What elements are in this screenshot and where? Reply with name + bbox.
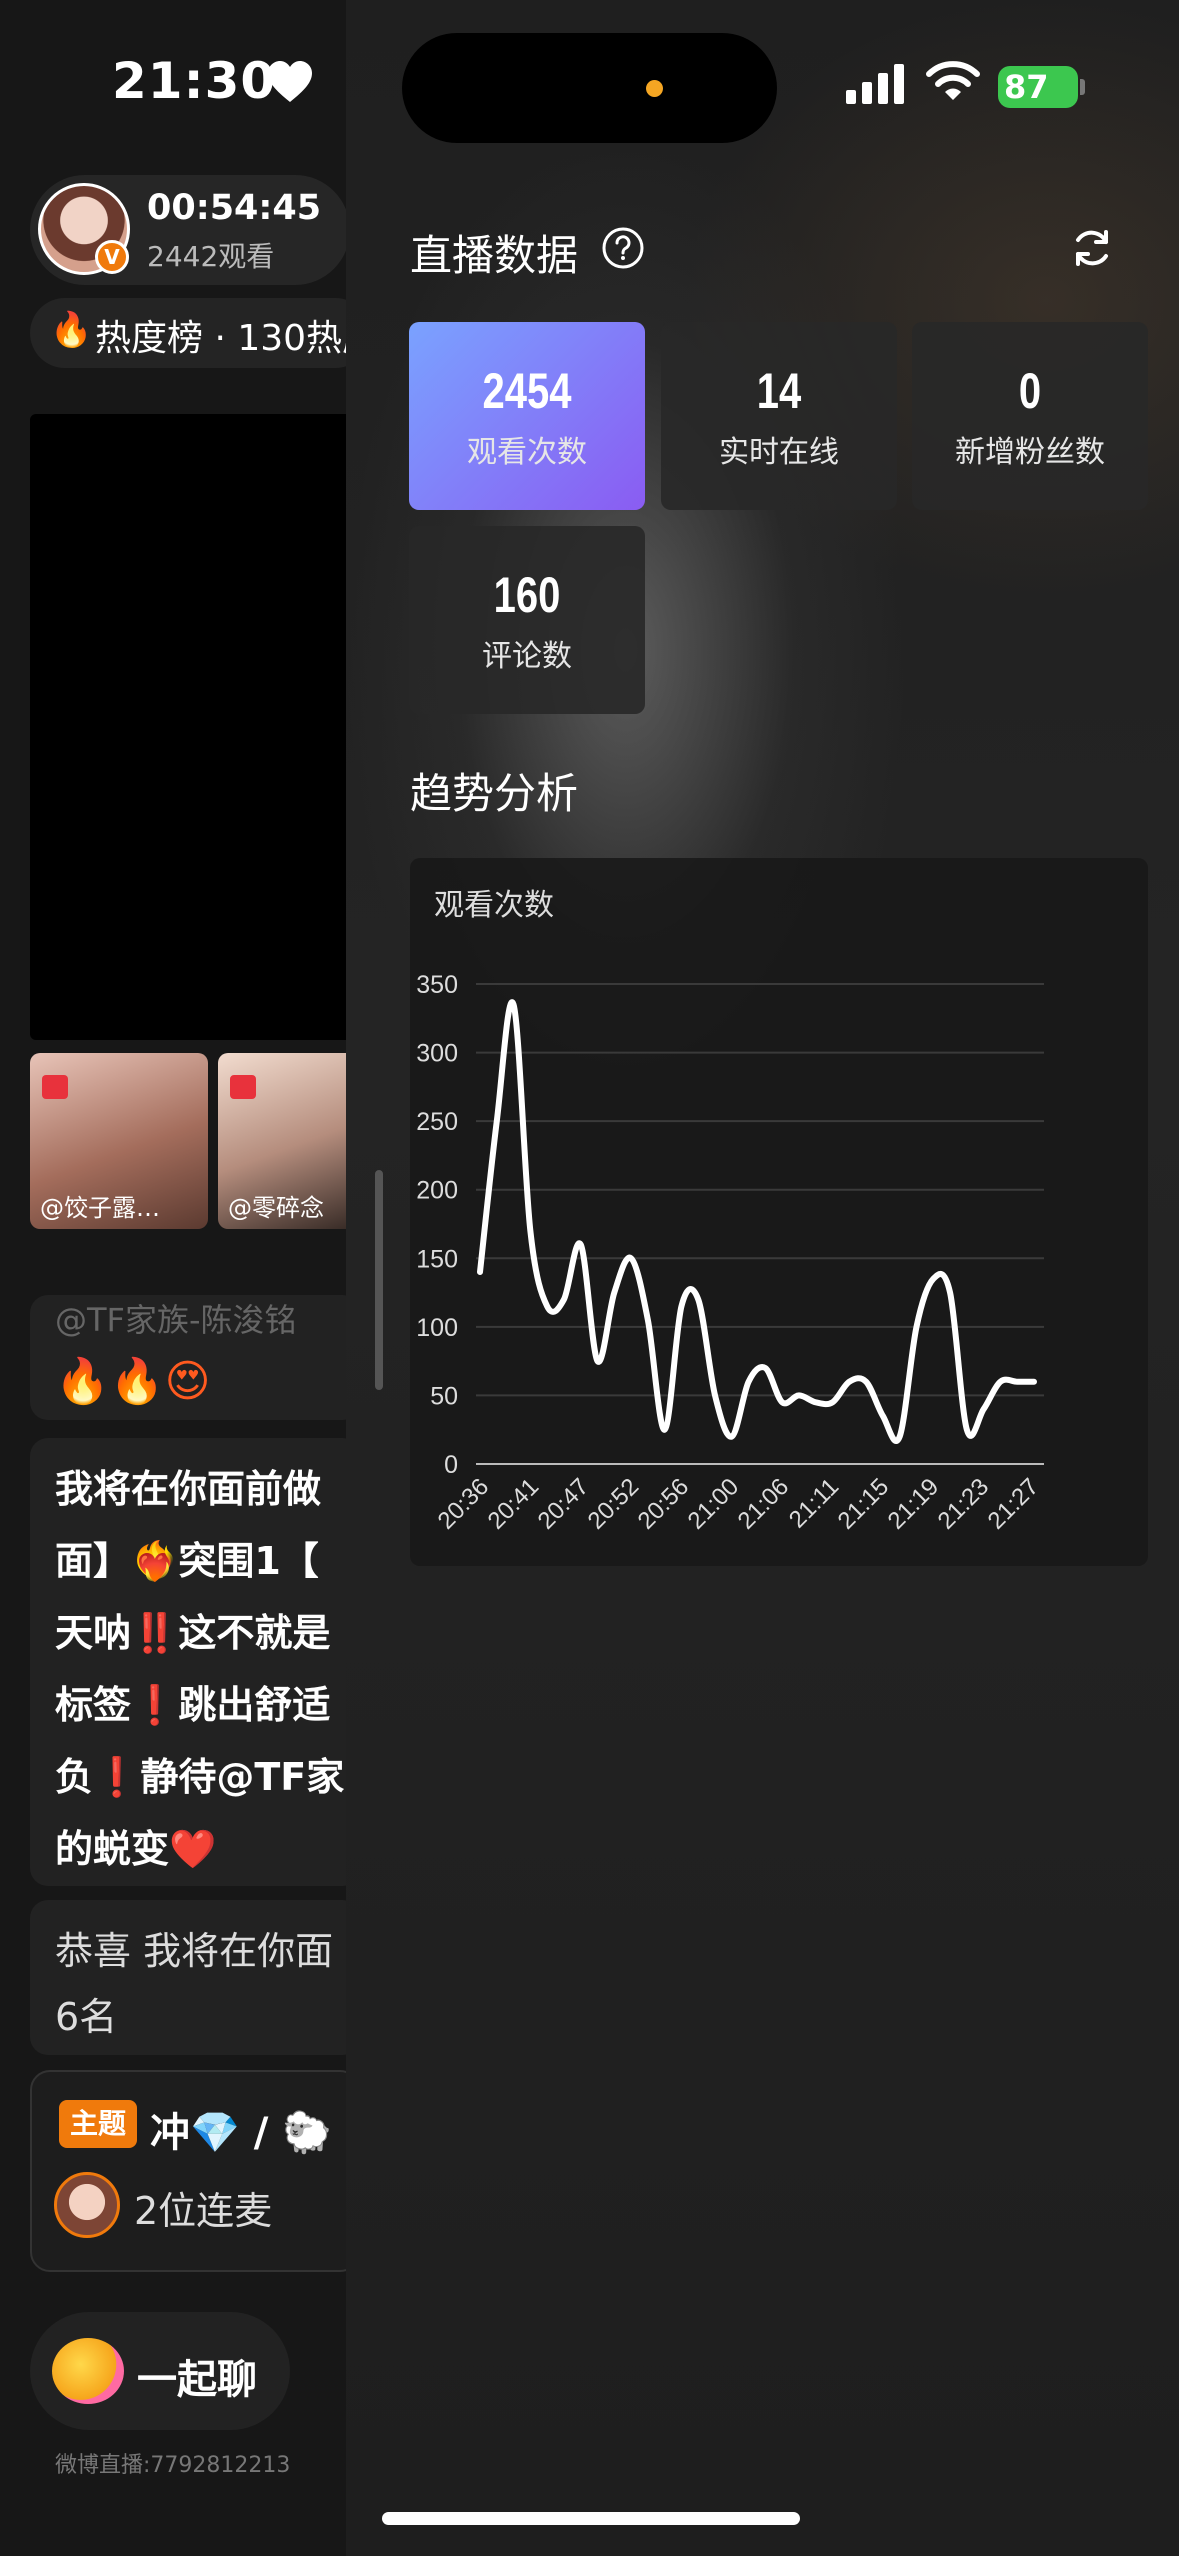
guest-thumb-2[interactable]: @零碎念 <box>218 1053 346 1229</box>
y-tick-label: 100 <box>416 1314 458 1342</box>
scrollbar[interactable] <box>375 1170 383 1390</box>
y-tick-label: 50 <box>430 1382 458 1410</box>
chat-message: 我将在你面前做 面】❤️‍🔥突围1【 天呐‼️这不就是 标签❗跳出舒适 负❗静待… <box>30 1438 346 1886</box>
chat-message: 恭喜 我将在你面 6名 <box>30 1900 346 2055</box>
chat-line: 面】❤️‍🔥突围1【 <box>55 1539 319 1583</box>
x-tick-label: 20:56 <box>633 1473 695 1535</box>
topic-tag: 主题 <box>59 2100 137 2148</box>
y-tick-label: 200 <box>416 1177 458 1205</box>
x-tick-label: 21:19 <box>883 1473 945 1535</box>
chat-line: 我将在你面前做 <box>55 1467 322 1511</box>
fire-icon: 🔥 <box>50 310 93 350</box>
stat-label: 新增粉丝数 <box>955 435 1105 470</box>
stat-value: 14 <box>756 363 802 419</box>
y-tick-label: 150 <box>416 1245 458 1273</box>
chat-line: 负❗静待@TF家 <box>55 1755 345 1799</box>
views-series-line <box>477 999 1037 1444</box>
join-chat-label: 一起聊 <box>137 2357 257 2403</box>
live-room-background: V 00:54:45 2442观看 🔥 热度榜 · 130热度 @饺子露… @零… <box>0 0 346 2556</box>
topic-text: 冲💎 / 🐑 <box>150 2110 333 2156</box>
y-tick-label: 350 <box>416 971 458 999</box>
refresh-icon[interactable] <box>1068 224 1116 272</box>
stat-label: 观看次数 <box>467 435 587 470</box>
stat-label: 评论数 <box>482 639 572 674</box>
gift-icon <box>230 1075 256 1099</box>
chat-line: 的蜕变❤️ <box>55 1827 217 1871</box>
stat-value: 160 <box>493 567 561 623</box>
x-tick-label: 21:23 <box>933 1473 995 1535</box>
home-indicator[interactable] <box>382 2512 800 2525</box>
help-icon[interactable] <box>601 226 645 270</box>
x-tick-label: 21:06 <box>733 1473 795 1535</box>
guest-name-1: @饺子露… <box>40 1194 160 1222</box>
chat-line: 天呐‼️这不就是 <box>55 1611 331 1655</box>
x-tick-label: 21:00 <box>683 1473 745 1535</box>
y-tick-label: 300 <box>416 1040 458 1068</box>
views-trend-chart: 05010015020025030035020:3620:4120:4720:5… <box>416 971 1045 1535</box>
stat-value: 2454 <box>482 363 572 419</box>
stat-card-new-fans[interactable]: 0 新增粉丝数 <box>912 322 1148 510</box>
x-tick-label: 20:36 <box>433 1473 495 1535</box>
x-tick-label: 20:41 <box>483 1473 545 1535</box>
clock: 21:30 <box>112 52 277 110</box>
status-bar: 21:30 87 <box>0 0 1179 175</box>
topic-card[interactable]: 主题 冲💎 / 🐑 2位连麦 <box>30 2070 346 2272</box>
chat-line: 恭喜 我将在你面 <box>55 1929 334 1973</box>
wifi-icon <box>926 61 980 100</box>
recording-dot-icon <box>646 80 663 97</box>
x-tick-label: 20:47 <box>533 1473 595 1535</box>
y-tick-label: 250 <box>416 1108 458 1136</box>
topic-avatar <box>54 2172 120 2238</box>
dynamic-island <box>402 33 777 143</box>
x-tick-label: 21:15 <box>833 1473 895 1535</box>
stat-card-comments[interactable]: 160 评论数 <box>409 526 645 714</box>
x-tick-label: 20:52 <box>583 1473 645 1535</box>
live-duration: 00:54:45 <box>147 188 322 228</box>
trend-analysis-title: 趋势分析 <box>410 769 579 818</box>
stat-label: 实时在线 <box>719 435 839 470</box>
battery-tip <box>1080 79 1085 95</box>
chat-line: 标签❗跳出舒适 <box>55 1683 331 1727</box>
signal-icon <box>846 64 904 104</box>
chat-bubble-icon <box>52 2338 124 2404</box>
live-room-id: 微博直播:7792812213 <box>55 2453 291 2478</box>
verified-badge-icon: V <box>95 240 129 274</box>
battery-level: 87 <box>1004 68 1049 106</box>
x-tick-label: 21:27 <box>983 1473 1045 1535</box>
viewer-count: 2442观看 <box>147 240 275 273</box>
x-tick-label: 21:11 <box>784 1473 844 1533</box>
chat-emoji-line: 🔥🔥😍 <box>55 1356 211 1407</box>
stat-card-views[interactable]: 2454 观看次数 <box>409 322 645 510</box>
gift-icon <box>42 1075 68 1099</box>
panel-title: 直播数据 <box>410 231 579 280</box>
stat-value: 0 <box>1018 363 1042 419</box>
y-tick-label: 0 <box>444 1451 458 1479</box>
guest-name-2: @零碎念 <box>228 1194 324 1222</box>
stat-card-online[interactable]: 14 实时在线 <box>661 322 897 510</box>
heart-icon <box>268 61 312 102</box>
co-host-count: 2位连麦 <box>134 2189 273 2233</box>
live-video[interactable] <box>30 414 346 1040</box>
guest-thumb-1[interactable]: @饺子露… <box>30 1053 208 1229</box>
hot-rank-text: 热度榜 · 130热度 <box>95 318 346 359</box>
live-data-panel: 直播数据 2454 观看次数 14 实时在线 0 新增粉丝数 160 评论数 趋… <box>346 0 1179 2556</box>
chat-line: 6名 <box>55 1995 118 2039</box>
chat-faded-line: @TF家族-陈浚铭 <box>55 1301 297 1339</box>
battery-icon: 87 <box>998 66 1078 108</box>
